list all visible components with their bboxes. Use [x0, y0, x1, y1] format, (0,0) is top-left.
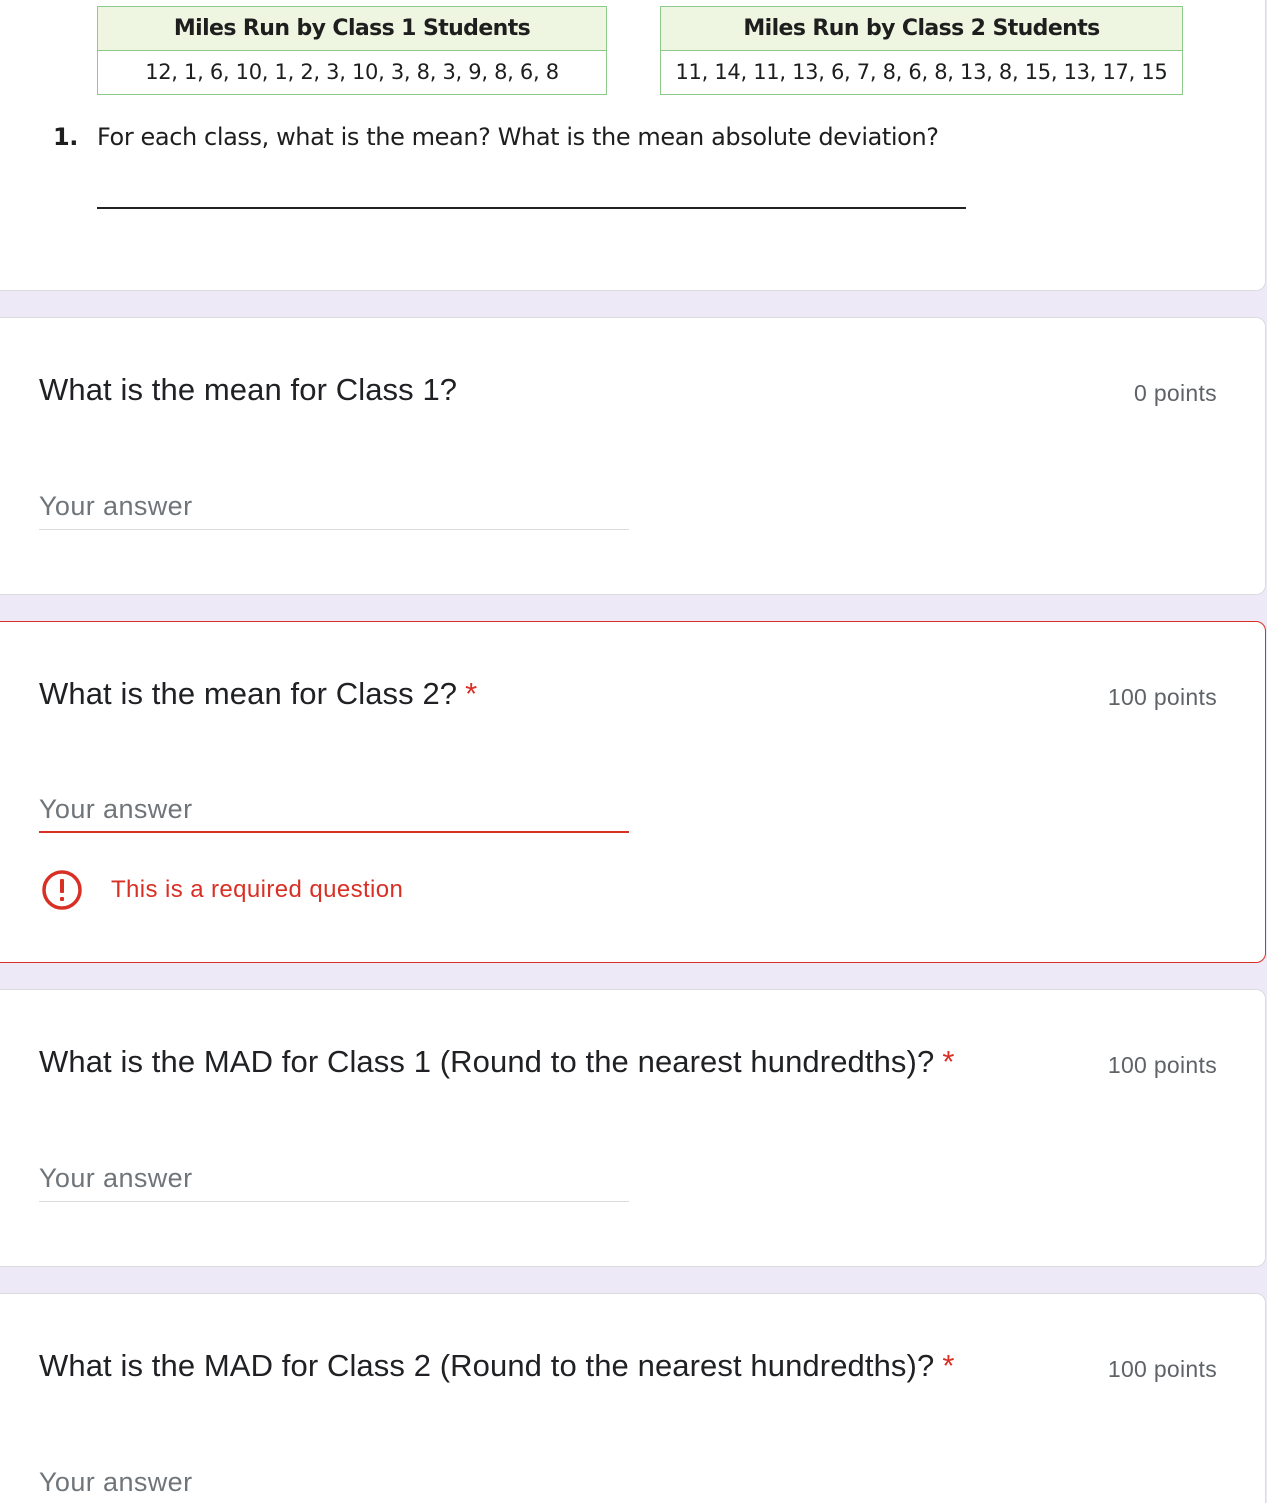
required-asterisk: * [942, 1348, 955, 1383]
question-card-mean-class1: What is the mean for Class 1? 0 points [0, 317, 1266, 595]
question-title-text: What is the mean for Class 2? [39, 676, 458, 711]
data-tables: Miles Run by Class 1 Students 12, 1, 6, … [97, 6, 1183, 95]
answer-input-mean-class2[interactable] [39, 787, 629, 833]
exercise-number: 1. [53, 123, 79, 151]
required-asterisk: * [942, 1044, 955, 1079]
error-message-row: This is a required question [41, 869, 403, 911]
question-points: 100 points [1107, 1052, 1217, 1078]
error-circle-icon [42, 870, 82, 910]
question-points: 0 points [1134, 380, 1217, 406]
question-card-mean-class2: What is the mean for Class 2? * 100 point… [0, 621, 1266, 963]
form-page: Miles Run by Class 1 Students 12, 1, 6, … [0, 0, 1267, 1503]
class2-table-values: 11, 14, 11, 13, 6, 7, 8, 6, 8, 13, 8, 15… [675, 60, 1168, 84]
error-message: This is a required question [111, 876, 404, 903]
exercise-text: For each class, what is the mean? What i… [97, 123, 939, 151]
class2-table: Miles Run by Class 2 Students 11, 14, 11… [660, 6, 1183, 95]
question-title-text: What is the mean for Class 1? [39, 372, 458, 407]
answer-input-mad-class1[interactable] [39, 1156, 629, 1202]
class1-table-values: 12, 1, 6, 10, 1, 2, 3, 10, 3, 8, 3, 9, 8… [145, 60, 559, 84]
required-asterisk: * [465, 676, 478, 711]
question-title: What is the mean for Class 1? [39, 372, 465, 408]
worksheet-card: Miles Run by Class 1 Students 12, 1, 6, … [0, 0, 1266, 291]
question-points: 100 points [1107, 684, 1217, 710]
question-points: 100 points [1107, 1356, 1217, 1382]
class2-table-header: Miles Run by Class 2 Students [661, 7, 1182, 51]
answer-input-mean-class1[interactable] [39, 484, 629, 530]
question-title-text: What is the MAD for Class 1 (Round to th… [39, 1044, 935, 1079]
class1-table: Miles Run by Class 1 Students 12, 1, 6, … [97, 6, 607, 95]
question-title: What is the MAD for Class 1 (Round to th… [39, 1044, 954, 1080]
question-card-mad-class1: What is the MAD for Class 1 (Round to th… [0, 989, 1266, 1267]
class1-table-header: Miles Run by Class 1 Students [98, 7, 606, 51]
worksheet-answer-line [97, 207, 966, 209]
question-title: What is the mean for Class 2? * [39, 676, 477, 712]
answer-input-mad-class2[interactable] [39, 1460, 629, 1503]
question-title-text: What is the MAD for Class 2 (Round to th… [39, 1348, 935, 1383]
question-title: What is the MAD for Class 2 (Round to th… [39, 1348, 954, 1384]
exercise-prompt: 1. For each class, what is the mean? What… [53, 123, 1053, 151]
question-card-mad-class2: What is the MAD for Class 2 (Round to th… [0, 1293, 1266, 1503]
